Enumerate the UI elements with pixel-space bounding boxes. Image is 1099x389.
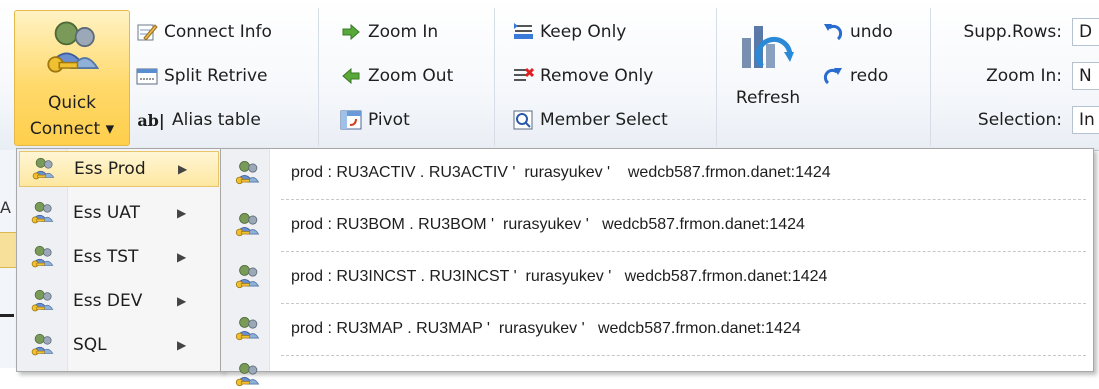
redo-button[interactable]: redo bbox=[822, 62, 888, 90]
ribbon-separator bbox=[716, 8, 717, 146]
arrow-left-icon bbox=[340, 65, 362, 87]
edit-document-icon bbox=[136, 21, 158, 43]
connection-label: prod : RU3MAP . RU3MAP ' rurasyukev ' we… bbox=[291, 320, 801, 337]
submenu-divider bbox=[281, 199, 1086, 200]
zoom-in-label: Zoom In bbox=[368, 22, 439, 42]
connect-info-label: Connect Info bbox=[164, 22, 272, 42]
connection-item[interactable]: prod : RU3MAP . RU3MAP ' rurasyukev ' we… bbox=[221, 309, 1091, 349]
selection-field[interactable]: In bbox=[1072, 106, 1099, 134]
pivot-table-icon bbox=[340, 109, 362, 131]
remove-only-label: Remove Only bbox=[540, 66, 654, 86]
menu-item-ess-dev[interactable]: Ess DEV ▶ bbox=[19, 283, 219, 319]
users-key-icon bbox=[47, 21, 99, 73]
menu-item-label: Ess UAT bbox=[73, 203, 140, 223]
submenu-divider bbox=[281, 251, 1086, 252]
sheet-border-line bbox=[0, 314, 14, 317]
sheet-highlight-row bbox=[0, 232, 16, 268]
split-retrive-button[interactable]: Split Retrive bbox=[136, 62, 268, 90]
zoom-out-button[interactable]: Zoom Out bbox=[340, 62, 453, 90]
split-retrive-label: Split Retrive bbox=[164, 66, 268, 86]
connection-label: prod : RU3ACTIV . RU3ACTIV ' rurasyukev … bbox=[291, 164, 831, 181]
menu-item-label: Ess DEV bbox=[73, 291, 143, 311]
alias-table-label: Alias table bbox=[172, 110, 261, 130]
users-key-icon bbox=[31, 289, 54, 312]
connection-label: prod : RU3INCST . RU3INCST ' rurasyukev … bbox=[291, 268, 828, 285]
menu-item-sql[interactable]: SQL ▶ bbox=[19, 327, 219, 363]
users-key-icon bbox=[31, 333, 54, 356]
users-key-icon bbox=[235, 363, 259, 387]
users-key-icon bbox=[32, 157, 55, 180]
ribbon-separator bbox=[494, 8, 495, 146]
users-key-icon bbox=[235, 265, 259, 289]
member-select-icon bbox=[512, 109, 534, 131]
connection-item[interactable]: prod : RU3INCST . RU3INCST ' rurasyukev … bbox=[221, 257, 1091, 297]
selection-label: Selection: bbox=[977, 110, 1062, 130]
submenu-arrow-icon: ▶ bbox=[177, 250, 187, 264]
menu-item-ess-tst[interactable]: Ess TST ▶ bbox=[19, 239, 219, 275]
redo-label: redo bbox=[850, 66, 889, 86]
submenu-arrow-icon: ▶ bbox=[178, 162, 188, 176]
connection-item[interactable]: prod : RU3BOM . RU3BOM ' rurasyukev ' we… bbox=[221, 205, 1091, 245]
split-window-icon bbox=[136, 65, 158, 87]
zoom-in-option-label: Zoom In: bbox=[986, 66, 1062, 86]
quick-connect-label-line1: Quick bbox=[47, 93, 97, 113]
connect-info-button[interactable]: Connect Info bbox=[136, 18, 272, 46]
ribbon-separator bbox=[318, 8, 319, 146]
zoom-out-label: Zoom Out bbox=[368, 66, 454, 86]
connection-item[interactable]: prod : RU3ACTIV . RU3ACTIV ' rurasyukev … bbox=[221, 153, 1091, 193]
refresh-icon bbox=[742, 26, 794, 68]
users-key-icon bbox=[235, 317, 259, 341]
member-select-label: Member Select bbox=[540, 110, 668, 130]
undo-icon bbox=[822, 21, 844, 43]
ribbon: Quick Connect ▾ Connect Info Split Retri… bbox=[0, 0, 1099, 151]
users-key-icon bbox=[235, 213, 259, 237]
ribbon-separator bbox=[930, 8, 931, 146]
submenu-divider bbox=[281, 303, 1086, 304]
users-key-icon bbox=[31, 201, 54, 224]
quick-connect-button[interactable]: Quick Connect ▾ bbox=[14, 10, 130, 146]
zoom-in-button[interactable]: Zoom In bbox=[340, 18, 438, 46]
keep-only-icon bbox=[512, 21, 534, 43]
keep-only-button[interactable]: Keep Only bbox=[512, 18, 626, 46]
users-key-icon bbox=[31, 245, 54, 268]
remove-only-icon bbox=[512, 65, 534, 87]
supp-rows-label: Supp.Rows: bbox=[963, 22, 1063, 42]
redo-icon bbox=[822, 65, 844, 87]
supp-rows-field[interactable]: D bbox=[1072, 18, 1099, 46]
submenu-arrow-icon: ▶ bbox=[177, 206, 187, 220]
quick-connect-menu: Ess Prod ▶ Ess UAT ▶ Ess TST ▶ Ess DEV ▶… bbox=[16, 148, 222, 372]
pivot-label: Pivot bbox=[368, 110, 410, 130]
remove-only-button[interactable]: Remove Only bbox=[512, 62, 653, 90]
keep-only-label: Keep Only bbox=[540, 22, 627, 42]
menu-item-ess-prod[interactable]: Ess Prod ▶ bbox=[19, 151, 219, 187]
menu-item-label: SQL bbox=[73, 335, 107, 355]
arrow-right-icon bbox=[340, 21, 362, 43]
pivot-button[interactable]: Pivot bbox=[340, 106, 410, 134]
undo-label: undo bbox=[850, 22, 893, 42]
refresh-label: Refresh bbox=[735, 88, 801, 108]
submenu-divider bbox=[281, 355, 1086, 356]
connections-submenu: prod : RU3ACTIV . RU3ACTIV ' rurasyukev … bbox=[220, 148, 1094, 387]
alias-ab-icon: ab| bbox=[137, 110, 165, 130]
zoom-in-option-field[interactable]: N bbox=[1072, 62, 1099, 90]
sheet-cell-text: A bbox=[0, 198, 11, 217]
undo-button[interactable]: undo bbox=[822, 18, 893, 46]
menu-item-label: Ess TST bbox=[73, 247, 139, 267]
quick-connect-label-line2: Connect ▾ bbox=[29, 119, 115, 139]
member-select-button[interactable]: Member Select bbox=[512, 106, 668, 134]
menu-item-label: Ess Prod bbox=[74, 159, 146, 179]
alias-table-button[interactable]: ab| Alias table bbox=[136, 106, 261, 134]
menu-item-ess-uat[interactable]: Ess UAT ▶ bbox=[19, 195, 219, 231]
connection-label: prod : RU3BOM . RU3BOM ' rurasyukev ' we… bbox=[291, 216, 805, 233]
users-key-icon bbox=[235, 161, 259, 185]
submenu-arrow-icon: ▶ bbox=[177, 294, 187, 308]
submenu-arrow-icon: ▶ bbox=[177, 338, 187, 352]
